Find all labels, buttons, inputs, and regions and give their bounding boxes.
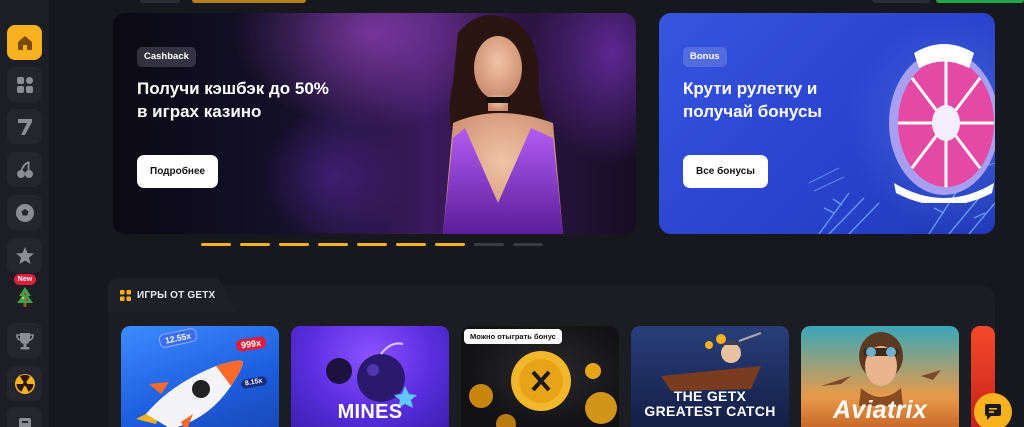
roulette-wheel-illustration	[889, 44, 995, 203]
bonus-wager-badge: Можно отыграть бонус	[464, 329, 562, 344]
top-bar-fragment	[192, 0, 306, 3]
sidebar-item-categories[interactable]	[7, 67, 42, 102]
games-grid-icon	[120, 290, 131, 301]
games-section-title[interactable]: ИГРЫ ОТ GETX	[137, 290, 215, 301]
sidebar-item-fruits[interactable]	[7, 152, 42, 187]
soccer-ball-icon	[15, 203, 34, 222]
pilot-illustration	[821, 332, 941, 406]
carousel-dot[interactable]	[513, 243, 543, 246]
game-card-title: MINES	[337, 401, 403, 423]
carousel-dot[interactable]	[240, 243, 270, 246]
carousel-dot[interactable]	[396, 243, 426, 246]
game-card-coins[interactable]: Можно отыграть бонус	[461, 326, 619, 427]
radiation-icon	[14, 373, 35, 394]
chat-icon	[985, 404, 1001, 420]
top-bar-fragment	[140, 0, 180, 3]
sidebar-item-sports[interactable]	[7, 195, 42, 230]
new-badge: New	[14, 274, 36, 285]
sidebar: New	[0, 0, 49, 427]
sidebar-item-favorites[interactable]	[7, 238, 42, 273]
all-bonuses-button[interactable]: Все бонусы	[683, 155, 768, 188]
sidebar-item-home[interactable]	[7, 25, 42, 60]
rocket-icon	[136, 360, 243, 427]
trophy-icon	[15, 332, 34, 349]
carousel-dot[interactable]	[279, 243, 309, 246]
cherry-icon	[16, 160, 33, 178]
bonus-tag: Bonus	[683, 47, 727, 67]
game-card-title: Aviatrix	[832, 396, 928, 424]
bonus-banner[interactable]: Bonus Крути рулетку и получай бонусы Все…	[659, 13, 995, 234]
sidebar-item-tournaments[interactable]	[7, 323, 42, 358]
fisherman-illustration	[661, 332, 762, 391]
bomb-icon	[326, 342, 417, 408]
sidebar-item-slots[interactable]	[7, 109, 42, 144]
cashback-details-button[interactable]: Подробнее	[137, 155, 219, 188]
carousel-pagination	[201, 243, 543, 246]
cashback-title: Получи кэшбэк до 50% в играх казино	[137, 79, 329, 121]
game-card-mines[interactable]: MINES	[291, 326, 449, 427]
game-card-greatest-catch[interactable]: THE GETX GREATEST CATCH	[631, 326, 789, 427]
cashback-tag: Cashback	[137, 47, 196, 67]
game-card-rocket[interactable]: 12.55x 999x 8.15x	[121, 326, 279, 427]
carousel-dot[interactable]	[357, 243, 387, 246]
carousel-dot[interactable]	[201, 243, 231, 246]
seven-icon	[17, 118, 32, 135]
carousel-dot[interactable]	[474, 243, 504, 246]
game-card-title: THE GETX GREATEST CATCH	[644, 388, 776, 419]
chat-button[interactable]	[974, 393, 1012, 427]
coins-illustration	[469, 351, 617, 427]
game-card-aviatrix[interactable]: Aviatrix	[801, 326, 959, 427]
christmas-tree-icon	[16, 286, 33, 307]
carousel-dot[interactable]	[435, 243, 465, 246]
top-bar-fragment	[936, 0, 1024, 3]
carousel-dot[interactable]	[318, 243, 348, 246]
grid-icon	[16, 76, 33, 93]
star-icon	[15, 246, 34, 264]
bonus-title: Крути рулетку и получай бонусы	[683, 79, 822, 121]
home-icon	[17, 35, 32, 50]
cashback-banner[interactable]: Cashback Получи кэшбэк до 50% в играх ка…	[113, 13, 636, 234]
sidebar-item-game[interactable]	[7, 366, 42, 401]
sidebar-item-more[interactable]	[7, 407, 42, 427]
top-bar-fragment	[872, 0, 930, 3]
woman-illustration	[443, 15, 563, 234]
book-icon	[18, 417, 31, 427]
